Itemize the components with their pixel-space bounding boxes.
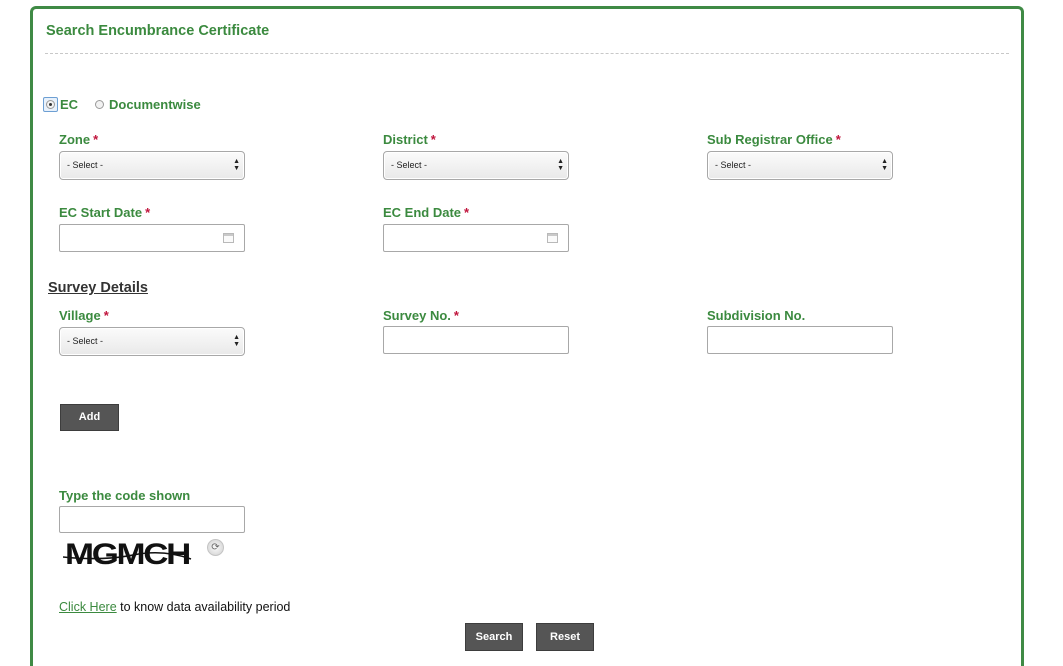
search-button[interactable]: Search bbox=[465, 623, 523, 651]
required-marker: * bbox=[430, 132, 436, 147]
captcha-input[interactable] bbox=[59, 506, 245, 533]
survey-details-heading: Survey Details bbox=[48, 280, 148, 296]
survey-no-input[interactable] bbox=[383, 326, 569, 354]
click-here-link[interactable]: Click Here bbox=[59, 600, 117, 614]
required-marker: * bbox=[145, 205, 151, 220]
village-select[interactable]: - Select - ▲ ▼ bbox=[59, 327, 245, 356]
radio-documentwise-label[interactable]: Documentwise bbox=[109, 97, 201, 112]
radio-ec[interactable] bbox=[46, 100, 55, 109]
required-marker: * bbox=[93, 132, 99, 147]
panel-title: Search Encumbrance Certificate bbox=[46, 23, 270, 39]
survey-no-label-text: Survey No. bbox=[383, 308, 451, 323]
availability-line: Click Here to know data availability per… bbox=[59, 598, 290, 616]
ec-end-date-input[interactable] bbox=[383, 224, 569, 252]
sro-select-value: - Select - bbox=[715, 160, 752, 170]
village-select-value: - Select - bbox=[67, 336, 104, 346]
zone-select[interactable]: - Select - ▲ ▼ bbox=[59, 151, 245, 180]
sro-select[interactable]: - Select - ▲ ▼ bbox=[707, 151, 893, 180]
subdivision-no-input[interactable] bbox=[707, 326, 893, 354]
select-arrows-icon: ▲ ▼ bbox=[233, 158, 240, 172]
captcha-label: Type the code shown bbox=[59, 488, 191, 503]
ec-start-label-text: EC Start Date bbox=[59, 205, 143, 220]
select-arrows-icon: ▲ ▼ bbox=[881, 158, 888, 172]
district-label: District * bbox=[383, 132, 436, 147]
calendar-icon[interactable] bbox=[547, 233, 558, 243]
zone-label: Zone * bbox=[59, 132, 98, 147]
subdivision-label: Subdivision No. bbox=[707, 308, 806, 323]
ec-start-date-input[interactable] bbox=[59, 224, 245, 252]
required-marker: * bbox=[103, 308, 109, 323]
radio-ec-label[interactable]: EC bbox=[60, 97, 78, 112]
refresh-icon[interactable]: ⟳ bbox=[207, 539, 224, 556]
radio-documentwise[interactable] bbox=[95, 100, 104, 109]
select-arrows-icon: ▲ ▼ bbox=[233, 334, 240, 348]
required-marker: * bbox=[453, 308, 459, 323]
zone-label-text: Zone bbox=[59, 132, 91, 147]
village-label-text: Village bbox=[59, 308, 101, 323]
required-marker: * bbox=[464, 205, 470, 220]
ec-end-label: EC End Date * bbox=[383, 205, 469, 220]
title-divider bbox=[45, 53, 1009, 54]
sro-label: Sub Registrar Office * bbox=[707, 132, 841, 147]
ec-end-label-text: EC End Date bbox=[383, 205, 462, 220]
village-label: Village * bbox=[59, 308, 109, 323]
survey-no-label: Survey No. * bbox=[383, 308, 459, 323]
required-marker: * bbox=[835, 132, 841, 147]
district-select-value: - Select - bbox=[391, 160, 428, 170]
district-label-text: District bbox=[383, 132, 428, 147]
district-select[interactable]: - Select - ▲ ▼ bbox=[383, 151, 569, 180]
add-button[interactable]: Add bbox=[60, 404, 119, 431]
availability-text: to know data availability period bbox=[116, 600, 291, 614]
captcha-graphic: MGMCH bbox=[62, 538, 191, 571]
captcha-image: MGMCH bbox=[62, 535, 193, 571]
zone-select-value: - Select - bbox=[67, 160, 104, 170]
ec-start-label: EC Start Date * bbox=[59, 205, 150, 220]
select-arrows-icon: ▲ ▼ bbox=[557, 158, 564, 172]
reset-button[interactable]: Reset bbox=[536, 623, 594, 651]
sro-label-text: Sub Registrar Office bbox=[707, 132, 833, 147]
calendar-icon[interactable] bbox=[223, 233, 234, 243]
